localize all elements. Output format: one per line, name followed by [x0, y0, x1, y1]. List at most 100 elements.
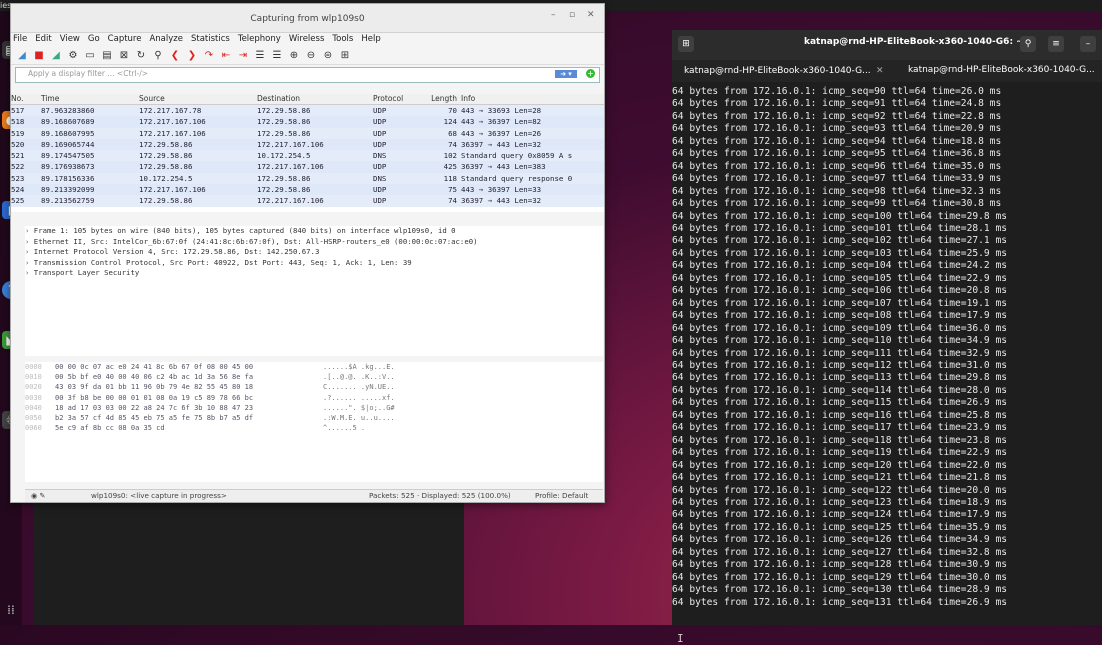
packet-cell-proto: DNS — [373, 173, 387, 183]
detail-ethernet[interactable]: Ethernet II, Src: IntelCor_6b:67:0f (24:… — [25, 237, 603, 248]
packet-cell-info: 443 → 33693 Len=28 — [461, 106, 542, 115]
packet-cell-len: 74 — [448, 139, 457, 149]
restart-capture-icon[interactable]: ◢ — [49, 48, 63, 62]
hex-row[interactable]: 0060 5e c9 af 8b cc 08 0a 35 cd ^......5 . — [25, 423, 603, 433]
hex-row[interactable]: 0040 18 ad 17 03 03 00 22 a8 24 7c 6f 3b … — [25, 403, 603, 413]
packet-row[interactable]: 519 89.168607995 172.217.167.106 172.29.58.… — [11, 127, 604, 139]
packet-details[interactable]: Frame 1: 105 bytes on wire (840 bits), 1… — [25, 226, 603, 356]
col-time[interactable]: Time — [37, 94, 139, 104]
menu-bar: File Edit View Go Capture Analyze Statis… — [11, 33, 604, 46]
status-indicator-icon[interactable]: ◉ ✎ — [31, 490, 46, 502]
col-destination[interactable]: Destination — [257, 94, 373, 104]
menu-icon[interactable]: ≡ — [1048, 36, 1064, 52]
status-bar: ◉ ✎ wlp109s0: <live capture in progress>… — [25, 489, 603, 502]
shark-fin-icon[interactable]: ◢ — [15, 48, 29, 62]
status-interface: wlp109s0: <live capture in progress> — [91, 491, 227, 500]
apply-filter-button[interactable]: ➜ ▾ — [555, 70, 577, 78]
packet-row[interactable]: 525 89.213562759 172.29.58.86 172.217.167.1… — [11, 195, 604, 207]
display-filter-input[interactable]: Apply a display filter ... <Ctrl-/> — [28, 69, 148, 78]
packet-cell-dst: 10.172.254.5 — [257, 151, 311, 161]
col-info[interactable]: Info — [457, 94, 604, 104]
close-icon[interactable]: ✕ — [587, 10, 595, 20]
col-source[interactable]: Source — [139, 94, 257, 104]
stop-capture-icon[interactable]: ■ — [32, 48, 46, 62]
hex-row[interactable]: 0050 b2 3a 57 cf 4d 85 45 eb 75 a5 fe 75 … — [25, 413, 603, 423]
zoom-out-icon[interactable]: ⊖ — [304, 48, 318, 62]
find-packet-icon[interactable]: ⚲ — [151, 48, 165, 62]
packet-row[interactable]: 522 89.176938673 172.29.58.86 172.217.167.1… — [11, 161, 604, 173]
menu-file[interactable]: File — [13, 33, 27, 46]
capture-options-icon[interactable]: ⚙ — [66, 48, 80, 62]
col-length[interactable]: Length — [419, 94, 457, 104]
hex-row[interactable]: 0030 00 3f b8 be 00 00 01 01 08 0a 19 c5 … — [25, 393, 603, 403]
menu-wireless[interactable]: Wireless — [289, 33, 325, 46]
detail-ip[interactable]: Internet Protocol Version 4, Src: 172.29… — [25, 247, 603, 258]
menu-analyze[interactable]: Analyze — [149, 33, 183, 46]
hex-row[interactable]: 0010 00 5b bf e0 40 00 40 06 c2 4b ac 1d … — [25, 372, 603, 382]
detail-frame[interactable]: Frame 1: 105 bytes on wire (840 bits), 1… — [25, 226, 603, 237]
hex-row[interactable]: 0020 43 03 9f da 01 bb 11 96 0b 79 4e 82 … — [25, 382, 603, 392]
reload-icon[interactable]: ↻ — [134, 48, 148, 62]
last-packet-icon[interactable]: ⇥ — [236, 48, 250, 62]
packet-row[interactable]: 521 89.174547505 172.29.58.86 10.172.254.5 D… — [11, 150, 604, 162]
col-protocol[interactable]: Protocol — [373, 94, 419, 104]
packet-cell-info: 36397 → 443 Len=32 — [461, 139, 542, 149]
open-file-icon[interactable]: ▭ — [83, 48, 97, 62]
resize-columns-icon[interactable]: ⊞ — [338, 48, 352, 62]
status-profile[interactable]: Profile: Default — [535, 490, 588, 502]
show-apps-icon[interactable]: ⁞⁞ — [2, 601, 20, 619]
packet-row[interactable]: 518 89.168607689 172.217.167.106 172.29.58.… — [11, 116, 604, 128]
terminal-tab-1[interactable]: katnap@rnd-HP-EliteBook-x360-1040-G... — [684, 66, 871, 76]
terminal-output[interactable]: 64 bytes from 172.16.0.1: icmp_seq=90 tt… — [672, 86, 1102, 609]
colorize-icon[interactable]: ☰ — [270, 48, 284, 62]
go-to-packet-icon[interactable]: ↷ — [202, 48, 216, 62]
zoom-in-icon[interactable]: ⊕ — [287, 48, 301, 62]
menu-statistics[interactable]: Statistics — [191, 33, 230, 46]
packet-cell-no: 525 — [11, 196, 25, 206]
packet-list[interactable]: No. Time Source Destination Protocol Len… — [11, 94, 604, 212]
detail-tcp[interactable]: Transmission Control Protocol, Src Port:… — [25, 258, 603, 269]
terminal-line: 64 bytes from 172.16.0.1: icmp_seq=113 t… — [672, 372, 1008, 384]
menu-help[interactable]: Help — [361, 33, 380, 46]
packet-row[interactable]: 523 89.178156336 10.172.254.5 172.29.58.86 D… — [11, 172, 604, 185]
minimize-icon[interactable]: – — [1080, 36, 1096, 52]
terminal-line: 64 bytes from 172.16.0.1: icmp_seq=91 tt… — [672, 98, 1002, 110]
terminal-line: 64 bytes from 172.16.0.1: icmp_seq=129 t… — [672, 571, 1008, 583]
autoscroll-icon[interactable]: ☰ — [253, 48, 267, 62]
close-file-icon[interactable]: ⊠ — [117, 48, 131, 62]
packet-row[interactable]: 520 89.169065744 172.29.58.86 172.217.167.1… — [11, 138, 604, 151]
col-no[interactable]: No. — [11, 94, 37, 104]
zoom-reset-icon[interactable]: ⊜ — [321, 48, 335, 62]
detail-tls[interactable]: Transport Layer Security — [25, 268, 603, 279]
menu-go[interactable]: Go — [88, 33, 100, 46]
packet-bytes[interactable]: 0000 00 00 0c 07 ac e0 24 41 8c 6b 67 0f … — [25, 362, 603, 482]
menu-telephony[interactable]: Telephony — [238, 33, 281, 46]
terminal-line: 64 bytes from 172.16.0.1: icmp_seq=112 t… — [672, 359, 1008, 371]
search-icon[interactable]: ⚲ — [1020, 36, 1036, 52]
first-packet-icon[interactable]: ⇤ — [219, 48, 233, 62]
menu-view[interactable]: View — [60, 33, 80, 46]
menu-capture[interactable]: Capture — [108, 33, 142, 46]
go-back-icon[interactable]: ❮ — [168, 48, 182, 62]
save-file-icon[interactable]: ▤ — [100, 48, 114, 62]
menu-tools[interactable]: Tools — [332, 33, 353, 46]
hex-row[interactable]: 0000 00 00 0c 07 ac e0 24 41 8c 6b 67 0f … — [25, 362, 603, 372]
hex-ascii: ^......5 . — [323, 424, 366, 433]
menu-edit[interactable]: Edit — [35, 33, 51, 46]
display-filter-bar[interactable]: Apply a display filter ... <Ctrl-/> ➜ ▾ … — [15, 67, 600, 83]
hex-ascii: .[..@.@. .K..:V.. — [323, 373, 395, 382]
packet-row[interactable]: 524 89.213392099 172.217.167.106 172.29.58.… — [11, 184, 604, 196]
packet-cell-time: 89.174547505 — [41, 151, 95, 161]
terminal-line: 64 bytes from 172.16.0.1: icmp_seq=121 t… — [672, 472, 1008, 484]
maximize-icon[interactable]: ▫ — [569, 10, 575, 20]
terminal-tab-2[interactable]: katnap@rnd-HP-EliteBook-x360-1040-G... — [908, 65, 1095, 75]
packet-cell-time: 89.176938673 — [41, 162, 95, 172]
close-tab-icon[interactable]: ✕ — [876, 66, 884, 76]
packet-row[interactable]: 517 87.963283860 172.217.167.78 172.29.58.8… — [11, 105, 604, 117]
go-forward-icon[interactable]: ❯ — [185, 48, 199, 62]
new-tab-icon[interactable]: ⊞ — [678, 36, 694, 52]
packet-cell-info: 36397 → 443 Len=32 — [461, 196, 542, 206]
add-filter-button[interactable]: + — [586, 69, 595, 78]
packet-cell-src: 172.217.167.106 — [139, 185, 206, 195]
minimize-icon[interactable]: – — [551, 10, 556, 20]
